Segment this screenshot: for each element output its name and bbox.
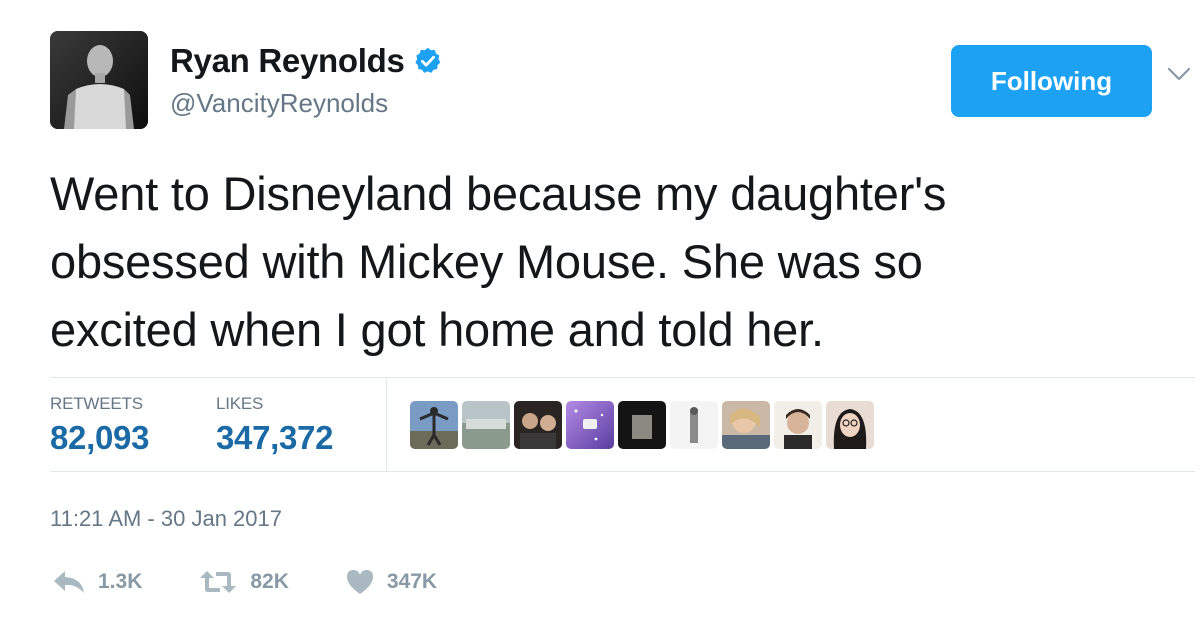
divider [50,471,1195,472]
display-name[interactable]: Ryan Reynolds [170,42,405,80]
heart-icon [346,570,373,594]
tweet-actions: 1.3K 82K 347K [52,568,493,596]
retweet-button[interactable]: 82K [198,568,289,596]
reply-count: 1.3K [98,570,143,593]
retweet-count: 82K [250,570,289,593]
verified-icon [414,47,440,73]
tweet-text: Went to Disneyland because my daughter's… [50,160,1160,364]
liker-avatar[interactable] [618,401,666,449]
divider [50,377,1195,378]
name-row: Ryan Reynolds [170,42,443,80]
liker-avatars [410,401,874,449]
liker-avatar[interactable] [826,401,874,449]
likes-label: LIKES [216,394,264,413]
avatar[interactable] [50,31,148,129]
tweet-text-line: Went to Disneyland because my daughter's [50,167,947,220]
liker-avatar[interactable] [722,401,770,449]
tweet-text-line: excited when I got home and told her. [50,303,824,356]
liker-avatar[interactable] [566,401,614,449]
retweets-count: 82,093 [50,419,150,456]
stat-separator [386,378,387,471]
liker-avatar[interactable] [462,401,510,449]
user-handle[interactable]: @VancityReynolds [170,88,388,119]
likes-count: 347,372 [216,419,334,456]
tweet-text-line: obsessed with Mickey Mouse. She was so [50,235,923,288]
liker-avatar[interactable] [774,401,822,449]
like-button[interactable]: 347K [345,568,437,596]
reply-icon [54,571,84,593]
liker-avatar[interactable] [410,401,458,449]
retweet-icon [200,571,237,593]
tweet-card: Ryan Reynolds @VancityReynolds Following… [0,0,1200,630]
following-button[interactable]: Following [951,45,1152,117]
like-count: 347K [386,570,438,593]
retweets-stat[interactable]: RETWEETS 82,093 [50,394,149,457]
retweets-label: RETWEETS [50,394,143,413]
chevron-down-icon[interactable] [1167,66,1191,82]
liker-avatar[interactable] [514,401,562,449]
tweet-timestamp[interactable]: 11:21 AM - 30 Jan 2017 [50,506,282,532]
reply-button[interactable]: 1.3K [52,568,142,596]
liker-avatar[interactable] [670,401,718,449]
likes-stat[interactable]: LIKES 347,372 [216,394,333,457]
